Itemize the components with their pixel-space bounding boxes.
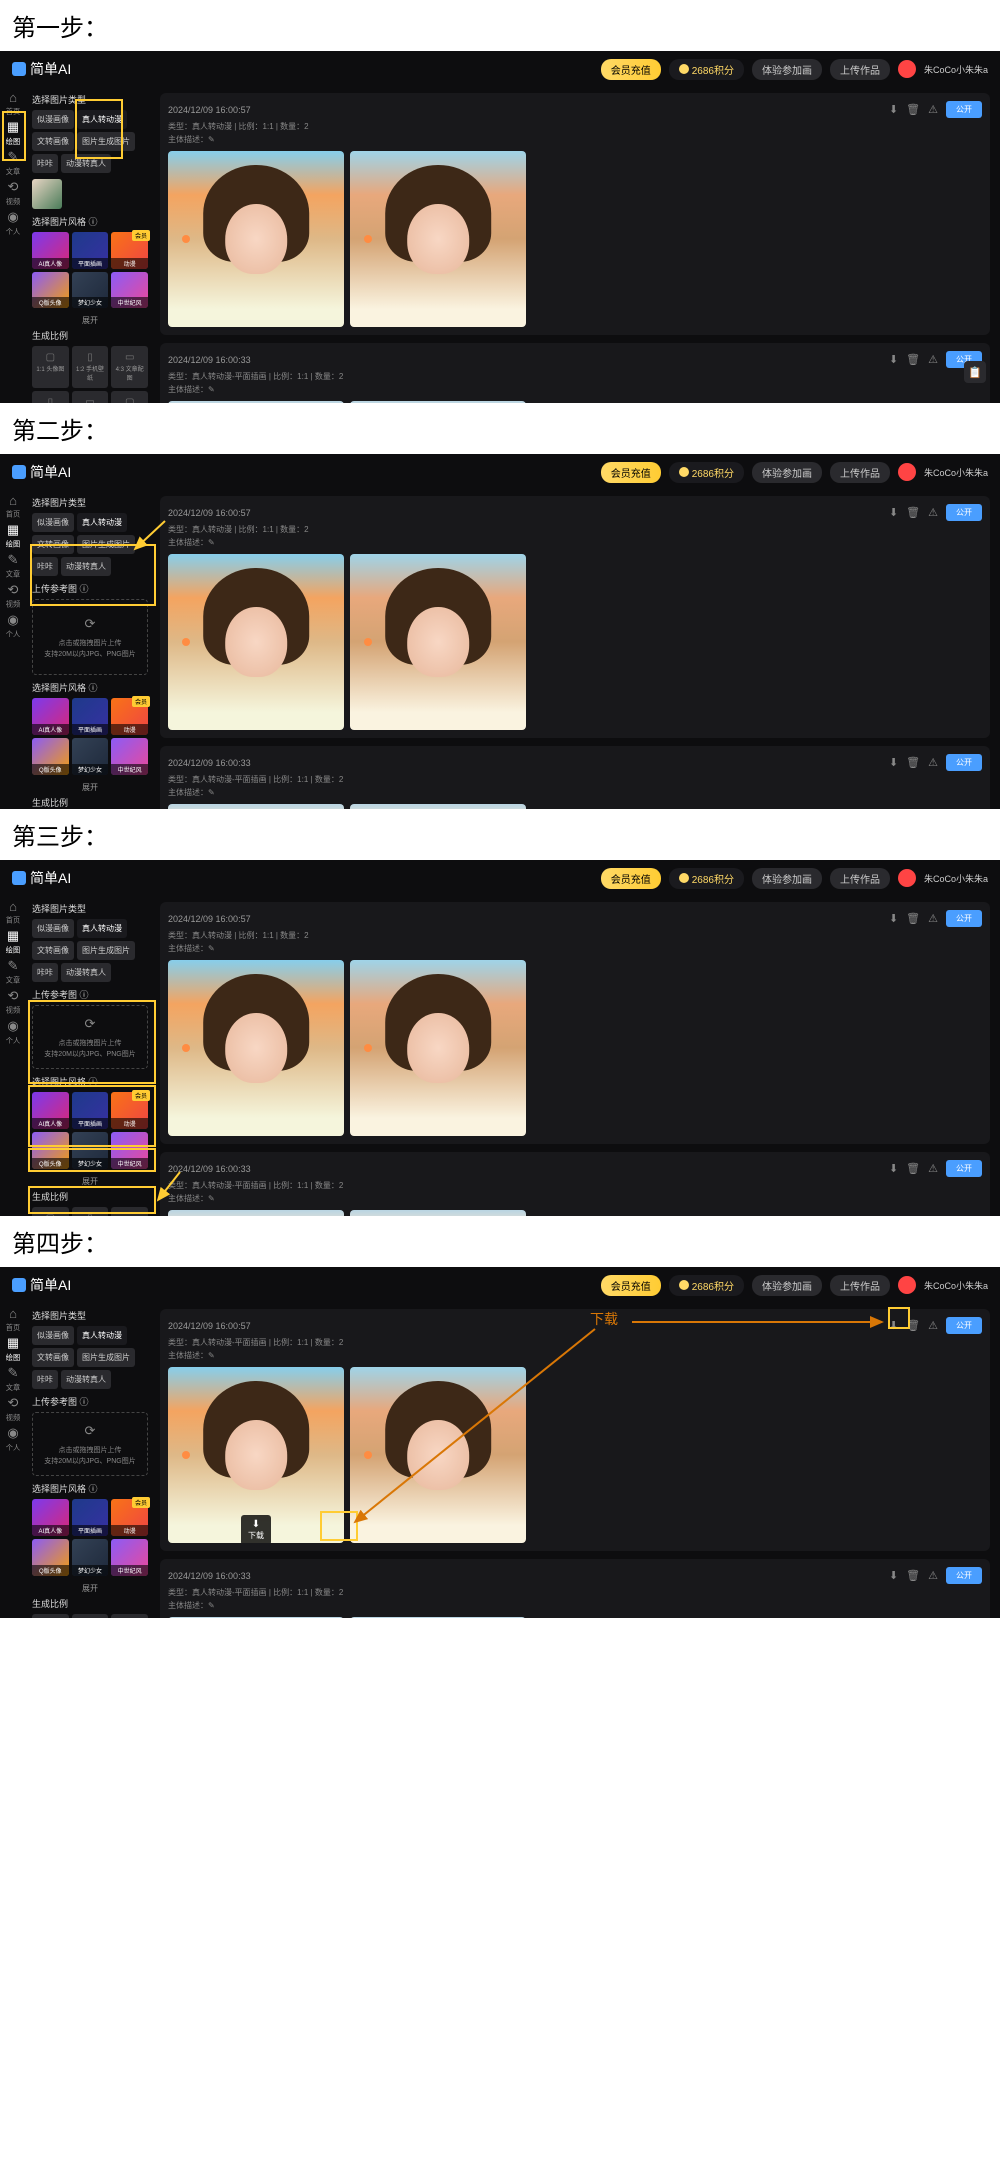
user-name: 朱CoCo小朱朱a bbox=[924, 63, 988, 76]
gen-date: 2024/12/09 16:00:57 bbox=[168, 105, 251, 115]
chip-kaka[interactable]: 咔咔 bbox=[32, 154, 58, 173]
download-annotation-label: 下载 bbox=[590, 1309, 618, 1329]
result-image-2[interactable] bbox=[350, 151, 526, 327]
result-image-1[interactable] bbox=[168, 151, 344, 327]
coin-icon bbox=[679, 64, 689, 74]
ratio-4-3[interactable]: ▭4:3 文章配图 bbox=[111, 346, 148, 388]
nav-rail: ⌂首页 ▦绘图 ✎文章 ⟲视频 ◉个人 bbox=[0, 87, 26, 403]
upload-icon: ⟳ bbox=[39, 614, 141, 635]
step-4-label: 第四步： bbox=[0, 1216, 1000, 1267]
style-title: 选择图片风格 ⓘ bbox=[32, 215, 148, 228]
history-pill[interactable]: 体验参加画 bbox=[752, 59, 822, 80]
ratio-9-16[interactable]: ▯9:16 全屏图 bbox=[32, 391, 69, 403]
gen-meta: 类型：真人转动漫 | 比例：1:1 | 数量：2 bbox=[168, 121, 982, 132]
upload-pill[interactable]: 上传作品 bbox=[830, 59, 890, 80]
ratio-1-1[interactable]: ▢1:1 头像图 bbox=[32, 346, 69, 388]
chip-anime2real[interactable]: 动漫转真人 bbox=[61, 154, 111, 173]
upload-title: 上传参考图 ⓘ bbox=[32, 582, 148, 595]
image-download-button[interactable]: ⬇下载 bbox=[241, 1515, 271, 1543]
logo-icon bbox=[12, 62, 26, 76]
chip-text2img[interactable]: 文转画像 bbox=[32, 132, 74, 151]
user-avatar[interactable] bbox=[898, 60, 916, 78]
chip-img2img[interactable]: 图片生成图片 bbox=[77, 132, 135, 151]
float-share[interactable]: 📋 bbox=[964, 361, 986, 383]
gen-tags[interactable]: 主体描述：✎ bbox=[168, 134, 982, 145]
gen-meta-2: 类型：真人转动漫-平面插画 | 比例：1:1 | 数量：2 bbox=[168, 371, 982, 382]
gen-tags-2[interactable]: 主体描述：✎ bbox=[168, 384, 982, 395]
style-card-4[interactable]: 梦幻少女 bbox=[72, 272, 109, 309]
style-card-0[interactable]: AI真人像 bbox=[32, 232, 69, 269]
type-title: 选择图片类型 bbox=[32, 93, 148, 106]
gen-date-2: 2024/12/09 16:00:33 bbox=[168, 355, 251, 365]
step-1-label: 第一步： bbox=[0, 0, 1000, 51]
style-card-3[interactable]: Q版头像 bbox=[32, 272, 69, 309]
ratio-16-9[interactable]: ▭16:9 电脑壁纸 bbox=[72, 391, 109, 403]
ratio-title: 生成比例 bbox=[32, 329, 148, 342]
delete-icon[interactable]: 🗑 bbox=[906, 353, 920, 366]
vip-pill[interactable]: 会员充值 bbox=[601, 59, 661, 80]
ratio-1-2[interactable]: ▯1:2 手机壁纸 bbox=[72, 346, 109, 388]
upload-dropzone[interactable]: ⟳点击或拖拽图片上传支持20M以内JPG、PNG图片 bbox=[32, 599, 148, 675]
app-step4: 简单AI会员充值2686积分体验参加画上传作品朱CoCo小朱朱a ⌂首页▦绘图✎… bbox=[0, 1267, 1000, 1618]
style-card-5[interactable]: 中世纪风 bbox=[111, 272, 148, 309]
main-content: 2024/12/09 16:00:57 ⬇ 🗑 ⚠ 公开 类型：真人转动漫 | … bbox=[154, 87, 1000, 403]
coin-pill[interactable]: 2686积分 bbox=[669, 59, 744, 80]
download-icon[interactable]: ⬇ bbox=[889, 353, 898, 366]
rail-video[interactable]: ⟲视频 bbox=[5, 185, 21, 201]
generation-1: 2024/12/09 16:00:57 ⬇ 🗑 ⚠ 公开 类型：真人转动漫 | … bbox=[160, 93, 990, 335]
style-card-1[interactable]: 平面插画 bbox=[72, 232, 109, 269]
download-icon[interactable]: ⬇ bbox=[889, 103, 898, 116]
header: 简单AI 会员充值 2686积分 体验参加画 上传作品 朱CoCo小朱朱a bbox=[0, 51, 1000, 87]
ref-image-thumb[interactable] bbox=[32, 179, 62, 209]
chip-comic[interactable]: 似漫画像 bbox=[32, 110, 74, 129]
result-image-4[interactable] bbox=[350, 401, 526, 403]
publish-button[interactable]: 公开 bbox=[946, 101, 982, 118]
result-image-3[interactable] bbox=[168, 401, 344, 403]
warning-icon[interactable]: ⚠ bbox=[928, 103, 938, 116]
generation-2: 2024/12/09 16:00:33 ⬇ 🗑 ⚠ 公开 类型：真人转动漫-平面… bbox=[160, 343, 990, 403]
app-step1: 简单AI 会员充值 2686积分 体验参加画 上传作品 朱CoCo小朱朱a ⌂首… bbox=[0, 51, 1000, 403]
app-step2: 简单AI会员充值2686积分体验参加画上传作品朱CoCo小朱朱a ⌂首页 ▦绘图… bbox=[0, 454, 1000, 809]
download-all-icon[interactable]: ⬇ bbox=[889, 1319, 898, 1332]
warning-icon[interactable]: ⚠ bbox=[928, 353, 938, 366]
ratio-orig[interactable]: ▢原始比例 bbox=[111, 391, 148, 403]
logo[interactable]: 简单AI bbox=[12, 59, 71, 79]
expand-styles[interactable]: 展开 bbox=[32, 312, 148, 329]
side-panel: 选择图片类型 似漫画像 真人转动漫 文转画像 图片生成图片 咔咔 动漫转真人 选… bbox=[26, 87, 154, 403]
vip-badge: 会员 bbox=[132, 230, 150, 241]
delete-icon[interactable]: 🗑 bbox=[906, 103, 920, 116]
rail-home[interactable]: ⌂首页 bbox=[5, 95, 21, 111]
step-2-label: 第二步： bbox=[0, 403, 1000, 454]
rail-profile[interactable]: ◉个人 bbox=[5, 215, 21, 231]
rail-article[interactable]: ✎文章 bbox=[5, 155, 21, 171]
rail-draw[interactable]: ▦绘图 bbox=[5, 125, 21, 141]
app-step3: 简单AI会员充值2686积分体验参加画上传作品朱CoCo小朱朱a ⌂首页▦绘图✎… bbox=[0, 860, 1000, 1216]
step-3-label: 第三步： bbox=[0, 809, 1000, 860]
chip-real2anime[interactable]: 真人转动漫 bbox=[77, 110, 127, 129]
